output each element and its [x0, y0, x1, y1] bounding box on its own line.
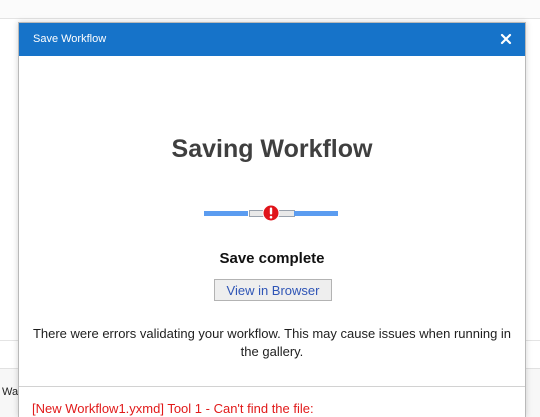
- save-progress-indicator: [204, 204, 338, 222]
- progress-segment-right: [294, 211, 338, 216]
- error-exclamation-icon: [262, 204, 280, 222]
- progress-segment-left: [204, 211, 248, 216]
- view-in-browser-button[interactable]: View in Browser: [214, 279, 332, 301]
- background-toolbar: [0, 0, 540, 19]
- dialog-divider: [19, 386, 525, 387]
- dialog-titlebar: Save Workflow: [19, 23, 525, 56]
- save-status: Save complete: [219, 250, 325, 267]
- background-partial-text: Wa: [2, 386, 19, 398]
- dialog-title: Save Workflow: [33, 33, 107, 45]
- saving-heading: Saving Workflow: [171, 135, 373, 163]
- close-icon[interactable]: [497, 30, 515, 48]
- error-list-item: [New Workflow1.yxmd] Tool 1 - Can't find…: [32, 401, 314, 416]
- validation-message: There were errors validating your workfl…: [32, 326, 512, 359]
- save-workflow-dialog: Save Workflow Saving Workflow Save compl…: [18, 22, 526, 417]
